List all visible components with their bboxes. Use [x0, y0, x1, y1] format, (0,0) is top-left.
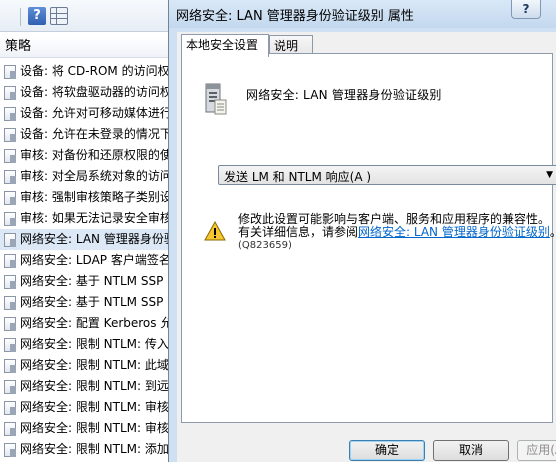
policy-list-item[interactable]: 网络安全: 限制 NTLM: 此域: [0, 355, 170, 376]
policy-name-label: 网络安全: LAN 管理器身份验证级别: [246, 88, 442, 102]
policy-setting-icon: [4, 64, 16, 79]
policy-list-item[interactable]: 设备: 允许在未登录的情况下: [0, 124, 170, 145]
policy-setting-icon: [4, 358, 16, 373]
policy-list-item[interactable]: 网络安全: LAN 管理器身份验: [0, 229, 170, 250]
policy-list-item[interactable]: 设备: 将软盘驱动器的访问权: [0, 82, 170, 103]
policy-setting-icon: [4, 127, 16, 142]
policy-setting-icon: [4, 232, 16, 247]
policy-item-label: 网络安全: 配置 Kerberos 允: [20, 316, 170, 330]
lan-manager-level-select[interactable]: 发送 LM 和 NTLM 响应(A ) ▼: [218, 165, 556, 185]
policy-setting-icon: [4, 316, 16, 331]
policy-help-link[interactable]: 网络安全: LAN 管理器身份验证级别: [358, 225, 550, 239]
policy-setting-icon: [4, 85, 16, 100]
policy-list-item[interactable]: 网络安全: 基于 NTLM SSP: [0, 292, 170, 313]
policy-item-label: 设备: 允许对可移动媒体进行: [20, 106, 170, 120]
help-button[interactable]: ?: [511, 0, 541, 19]
kb-article-number: (Q823659): [238, 240, 292, 251]
policy-item-label: 网络安全: 限制 NTLM: 到远: [20, 379, 169, 393]
warning-prefix: 有关详细信息，请参阅: [238, 225, 359, 239]
policy-item-label: 网络安全: 限制 NTLM: 传入: [20, 337, 169, 351]
policy-item-label: 网络安全: LDAP 客户端签名: [20, 253, 170, 267]
policy-list-item[interactable]: 设备: 将 CD-ROM 的访问权: [0, 61, 170, 82]
select-value: 发送 LM 和 NTLM 响应(A ): [224, 170, 372, 184]
policy-item-label: 网络安全: 基于 NTLM SSP: [20, 295, 164, 309]
policy-list-item[interactable]: 网络安全: 配置 Kerberos 允: [0, 313, 170, 334]
apply-button[interactable]: 应用(A): [517, 440, 556, 461]
policy-setting-icon: [4, 106, 16, 121]
title-bar[interactable]: 网络安全: LAN 管理器身份验证级别 属性 ?: [169, 0, 556, 28]
policy-setting-icon: [4, 442, 16, 457]
warning-icon: [204, 221, 226, 241]
policy-item-label: 设备: 允许在未登录的情况下: [20, 127, 170, 141]
policy-item-label: 审核: 对备份和还原权限的使: [20, 148, 170, 162]
policy-item-label: 网络安全: 限制 NTLM: 此域: [20, 358, 169, 372]
compatibility-warning: 修改此设置可能影响与客户端、服务和应用程序的兼容性。 有关详细信息，请参阅网络安…: [238, 213, 556, 252]
show-hide-pane-icon[interactable]: [50, 7, 68, 25]
policy-item-label: 审核: 强制审核策略子类别设: [20, 190, 170, 204]
policy-setting-icon: [4, 169, 16, 184]
policy-setting-icon: [4, 295, 16, 310]
dialog-title: 网络安全: LAN 管理器身份验证级别 属性: [176, 9, 414, 24]
policy-item-label: 审核: 对全局系统对象的访问: [20, 169, 170, 183]
policy-list-item[interactable]: 设备: 允许对可移动媒体进行: [0, 103, 170, 124]
properties-dialog: 网络安全: LAN 管理器身份验证级别 属性 ? 本地安全设置 说明 网络安全:…: [168, 0, 556, 462]
policy-setting-icon: [4, 337, 16, 352]
server-policy-icon: [205, 83, 227, 115]
policy-setting-icon: [4, 421, 16, 436]
policy-item-label: 审核: 如果无法记录安全审核: [20, 211, 170, 225]
policy-setting-icon: [4, 274, 16, 289]
policy-list-item[interactable]: 网络安全: 限制 NTLM: 到远: [0, 376, 170, 397]
policy-item-label: 网络安全: 限制 NTLM: 审核: [20, 400, 169, 414]
policy-list-item[interactable]: 审核: 对备份和还原权限的使: [0, 145, 170, 166]
policy-setting-icon: [4, 400, 16, 415]
tab-local-security-setting[interactable]: 本地安全设置: [181, 34, 269, 57]
dialog-buttons: 确定 取消 应用(A): [177, 437, 556, 462]
help-icon[interactable]: ?: [28, 7, 46, 25]
policy-setting-icon: [4, 190, 16, 205]
policy-list-item[interactable]: 审核: 对全局系统对象的访问: [0, 166, 170, 187]
policy-setting-icon: [4, 211, 16, 226]
policy-item-label: 网络安全: 基于 NTLM SSP: [20, 274, 164, 288]
policy-list-item[interactable]: 审核: 如果无法记录安全审核: [0, 208, 170, 229]
policy-list: 设备: 将 CD-ROM 的访问权 设备: 将软盘驱动器的访问权 设备: 允许对可移…: [0, 61, 170, 460]
policy-item-label: 网络安全: 限制 NTLM: 添加: [20, 442, 169, 456]
policy-item-label: 设备: 将 CD-ROM 的访问权: [20, 64, 170, 78]
column-header-policy[interactable]: 策略: [0, 36, 170, 58]
chevron-down-icon: ▼: [546, 170, 553, 180]
policy-setting-icon: [4, 253, 16, 268]
policy-list-window: ? 策略 设备: 将 CD-ROM 的访问权 设备: 将软盘驱动器的访问权 设备: …: [0, 0, 170, 462]
cancel-button[interactable]: 取消: [433, 440, 509, 461]
policy-list-item[interactable]: 网络安全: 限制 NTLM: 审核: [0, 397, 170, 418]
policy-list-item[interactable]: 网络安全: 基于 NTLM SSP: [0, 271, 170, 292]
policy-list-item[interactable]: 网络安全: 限制 NTLM: 传入: [0, 334, 170, 355]
ok-button[interactable]: 确定: [349, 440, 425, 461]
policy-list-item[interactable]: 网络安全: 限制 NTLM: 添加: [0, 439, 170, 460]
dialog-client-area: 本地安全设置 说明 网络安全: LAN 管理器身份验证级别 发送 LM 和 NT…: [177, 32, 556, 462]
policy-list-item[interactable]: 网络安全: LDAP 客户端签名: [0, 250, 170, 271]
policy-list-item[interactable]: 网络安全: 限制 NTLM: 审核: [0, 418, 170, 439]
warning-line-2: 有关详细信息，请参阅网络安全: LAN 管理器身份验证级别。: [238, 225, 556, 239]
tab-panel: 网络安全: LAN 管理器身份验证级别 发送 LM 和 NTLM 响应(A ) …: [181, 53, 556, 423]
toolbar-separator: [20, 8, 21, 26]
policy-setting-icon: [4, 148, 16, 163]
policy-setting-icon: [4, 379, 16, 394]
policy-item-label: 设备: 将软盘驱动器的访问权: [20, 85, 170, 99]
policy-item-label: 网络安全: 限制 NTLM: 审核: [20, 421, 169, 435]
warning-suffix: 。: [550, 225, 556, 239]
policy-item-label: 网络安全: LAN 管理器身份验: [20, 232, 170, 246]
policy-list-item[interactable]: 审核: 强制审核策略子类别设: [0, 187, 170, 208]
toolbar: ?: [0, 0, 170, 32]
